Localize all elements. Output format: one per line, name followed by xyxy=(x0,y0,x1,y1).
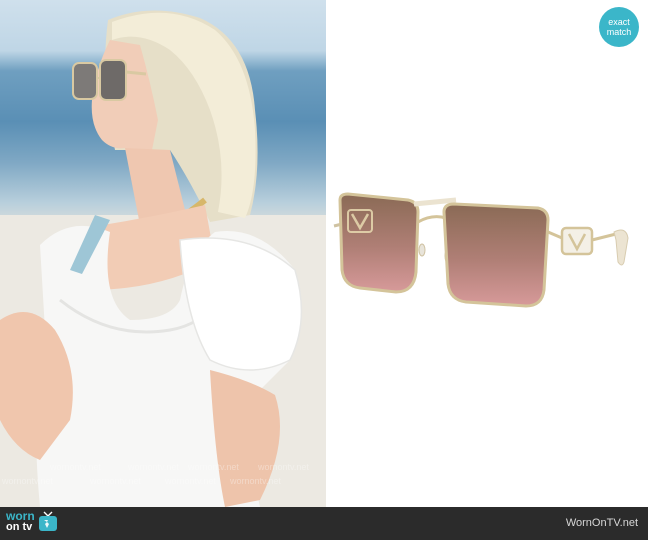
worn-photo: wornontv.net wornontv.net wornontv.net w… xyxy=(0,0,326,507)
watermark-text: wornontv.net xyxy=(165,476,216,486)
watermark-text: wornontv.net xyxy=(230,476,281,486)
sunglasses-product-image[interactable] xyxy=(326,0,648,507)
watermark-text: wornontv.net xyxy=(50,462,101,472)
badge-line-1: exact xyxy=(608,17,630,27)
watermark-text: wornontv.net xyxy=(258,462,309,472)
logo-on-text: on tv xyxy=(6,521,33,533)
tv-icon xyxy=(38,511,58,533)
watermark-text: wornontv.net xyxy=(188,462,239,472)
woman-illustration xyxy=(0,10,326,507)
watermark-text: wornontv.net xyxy=(128,462,179,472)
exact-match-badge: exact match xyxy=(599,7,639,47)
wornontv-logo[interactable]: worn on tv xyxy=(6,510,58,533)
badge-line-2: match xyxy=(606,27,632,37)
site-url[interactable]: WornOnTV.net xyxy=(566,517,638,529)
watermark-text: wornontv.net xyxy=(2,476,53,486)
watermark-text: wornontv.net xyxy=(90,476,141,486)
footer-bar: worn on tv WornOnTV.net xyxy=(0,507,648,540)
product-panel: exact match xyxy=(326,0,648,507)
